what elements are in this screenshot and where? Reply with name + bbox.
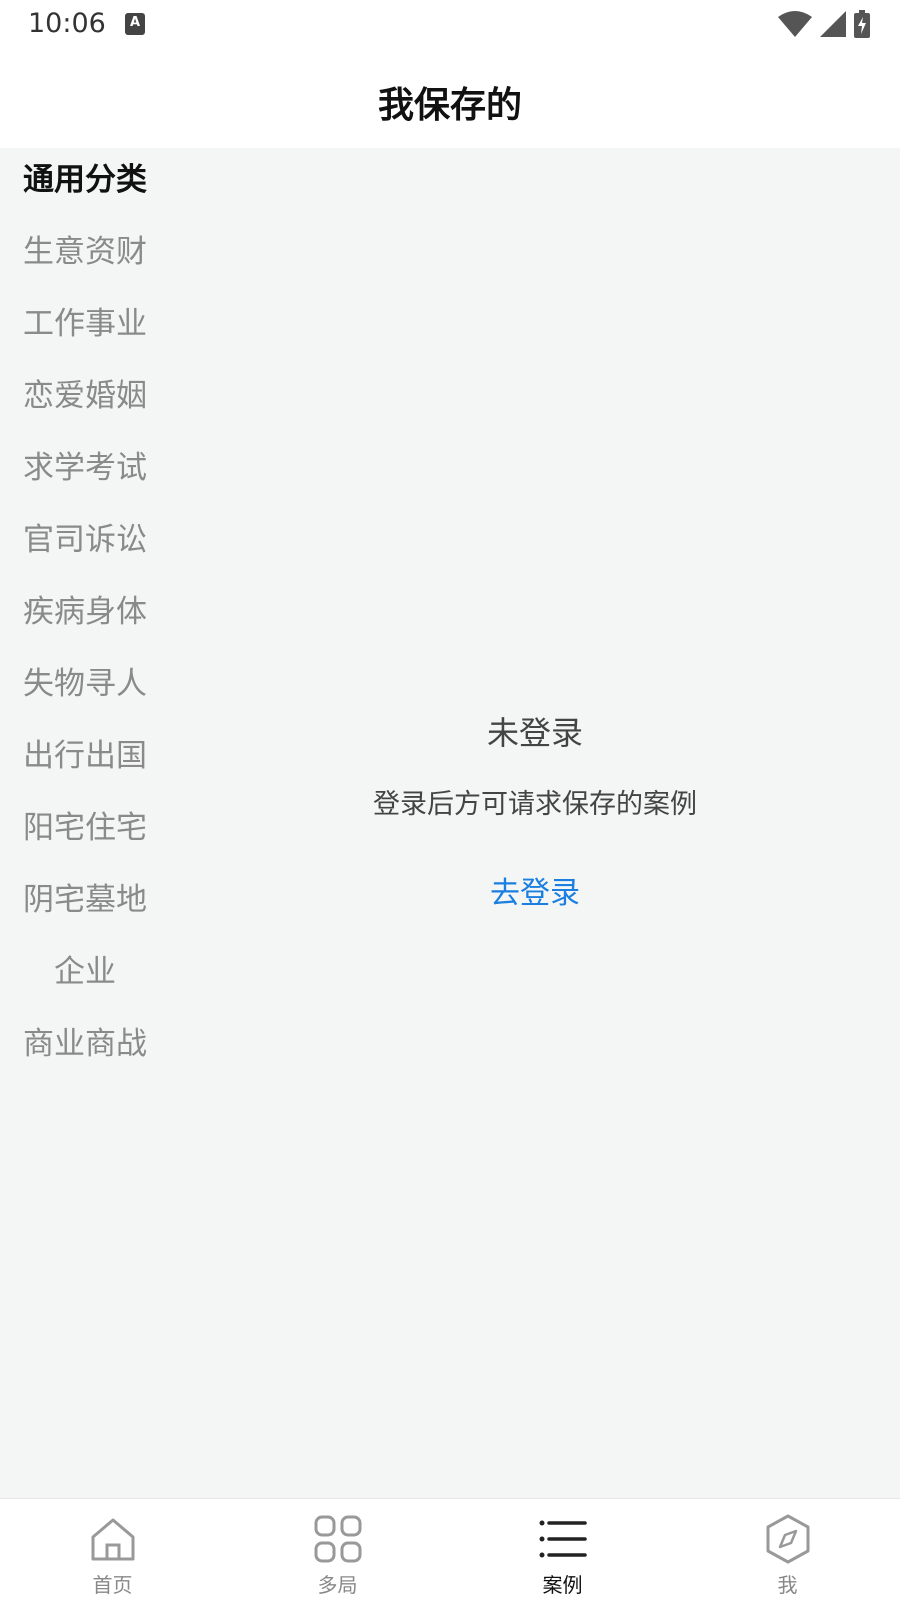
keyboard-a-icon: A <box>125 13 145 35</box>
go-login-link[interactable]: 去登录 <box>170 868 900 912</box>
category-item-love-marriage[interactable]: 恋爱婚姻 <box>0 366 170 426</box>
category-item-residence[interactable]: 阳宅住宅 <box>0 798 170 858</box>
tab-me[interactable]: 我 <box>675 1499 900 1600</box>
bottom-tab-bar: 首页 多局 案例 我 <box>0 1498 900 1600</box>
category-item-study-exam[interactable]: 求学考试 <box>0 438 170 498</box>
category-item-lost-found[interactable]: 失物寻人 <box>0 654 170 714</box>
content-area: 通用分类 生意资财 工作事业 恋爱婚姻 求学考试 官司诉讼 疾病身体 失物寻人 … <box>0 148 900 1498</box>
category-item-commerce[interactable]: 商业商战 <box>0 1014 170 1074</box>
tab-me-label: 我 <box>777 1573 798 1597</box>
battery-icon <box>854 10 870 38</box>
tab-cases[interactable]: 案例 <box>450 1499 675 1600</box>
empty-state-title: 未登录 <box>486 714 583 752</box>
grid-icon <box>314 1515 361 1563</box>
compass-icon <box>766 1514 809 1564</box>
tab-cases-label: 案例 <box>542 1573 583 1597</box>
home-icon <box>91 1518 134 1561</box>
tab-home[interactable]: 首页 <box>0 1499 225 1600</box>
category-item-travel[interactable]: 出行出国 <box>0 726 170 786</box>
tab-multi[interactable]: 多局 <box>225 1499 450 1600</box>
category-item-career[interactable]: 工作事业 <box>0 294 170 354</box>
category-item-health[interactable]: 疾病身体 <box>0 582 170 642</box>
list-icon <box>539 1520 587 1558</box>
empty-state-description: 登录后方可请求保存的案例 <box>373 789 697 820</box>
category-item-business-wealth[interactable]: 生意资财 <box>0 222 170 282</box>
category-item-grave[interactable]: 阴宅墓地 <box>0 870 170 930</box>
cellular-signal-icon <box>820 11 846 37</box>
category-item-enterprise[interactable]: 企业 <box>0 942 170 1002</box>
empty-state: 未登录 登录后方可请求保存的案例 去登录 <box>170 148 900 1498</box>
category-item-general[interactable]: 通用分类 <box>0 150 170 210</box>
tab-home-label: 首页 <box>92 1573 133 1597</box>
wifi-icon <box>778 11 812 37</box>
category-item-lawsuit[interactable]: 官司诉讼 <box>0 510 170 570</box>
status-bar: 10:06 A <box>0 0 900 50</box>
status-time: 10:06 <box>28 8 106 39</box>
page-header: 我保存的 <box>0 50 900 148</box>
tab-multi-label: 多局 <box>317 1573 358 1597</box>
page-title: 我保存的 <box>377 85 522 126</box>
status-icons <box>778 10 870 38</box>
